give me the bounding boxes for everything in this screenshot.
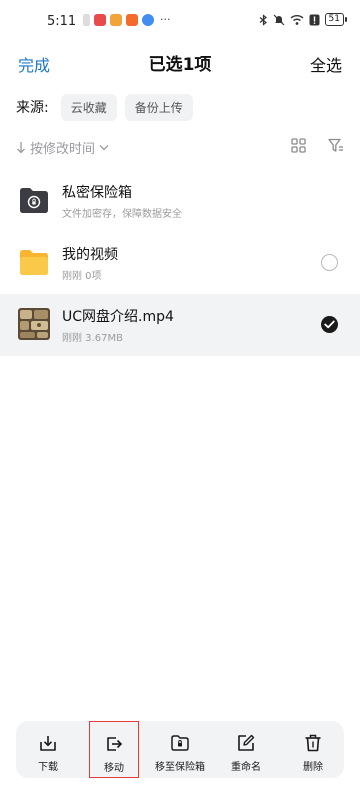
file-row-video[interactable]: UC网盘介绍.mp4 刚刚 3.67MB (0, 294, 360, 356)
delete-button[interactable]: 删除 (293, 721, 333, 778)
file-name: UC网盘介绍.mp4 (62, 309, 174, 325)
download-label: 下载 (38, 762, 58, 773)
sort-label: 按修改时间 (30, 142, 96, 157)
system-icons: 51 (259, 13, 348, 26)
delete-label: 删除 (303, 762, 323, 773)
file-meta: 文件加密存，保障数据安全 (62, 209, 182, 220)
status-time: 5:11 (47, 14, 77, 29)
trash-icon (305, 734, 321, 752)
rename-button[interactable]: 重命名 (222, 721, 270, 778)
alert-icon (309, 14, 320, 25)
wifi-icon (290, 14, 304, 25)
sort-arrow-icon (17, 142, 25, 154)
status-bar: 5:11 ··· 51 (0, 0, 360, 44)
video-thumbnail (18, 308, 50, 340)
move-to-vault-label: 移至保险箱 (155, 762, 205, 773)
move-button[interactable]: 移动 (89, 721, 139, 778)
download-button[interactable]: 下载 (28, 721, 68, 778)
move-icon (107, 737, 123, 751)
notification-app-icon (94, 14, 106, 26)
file-row-videos[interactable]: 我的视频 刚刚 0项 (0, 232, 360, 294)
source-chip-cloud-favorites[interactable]: 云收藏 (60, 93, 117, 121)
rename-label: 重命名 (231, 762, 261, 773)
file-name: 私密保险箱 (62, 185, 132, 201)
source-label: 来源: (16, 100, 49, 116)
filter-icon[interactable] (328, 138, 344, 153)
action-toolbar: 下载 移动 移至保险箱 重命名 删除 (16, 721, 344, 778)
notification-app-icon (142, 14, 154, 26)
more-notifications-icon: ··· (160, 13, 171, 26)
move-label: 移动 (104, 763, 124, 774)
file-list: 私密保险箱 文件加密存，保障数据安全 我的视频 刚刚 0项 UC网盘介绍.mp4… (0, 170, 360, 356)
page-title: 已选1项 (148, 55, 212, 75)
vault-move-icon (171, 735, 189, 751)
chevron-down-icon (99, 145, 109, 151)
download-icon (40, 736, 56, 751)
battery-icon: 51 (324, 13, 348, 26)
folder-icon (20, 250, 48, 275)
file-name: 我的视频 (62, 247, 118, 263)
file-row-vault[interactable]: 私密保险箱 文件加密存，保障数据安全 (0, 170, 360, 232)
select-checkbox[interactable] (321, 254, 338, 271)
notification-icons: ··· (83, 14, 171, 26)
view-tools (291, 138, 344, 153)
file-meta: 刚刚 0项 (62, 271, 102, 282)
rename-icon (238, 734, 255, 751)
move-to-vault-button[interactable]: 移至保险箱 (150, 721, 210, 778)
select-checkbox-checked[interactable] (321, 316, 338, 333)
notification-app-icon (126, 14, 138, 26)
source-chip-backup-upload[interactable]: 备份上传 (124, 93, 193, 121)
notification-icon (83, 14, 90, 26)
grid-view-icon[interactable] (291, 138, 306, 153)
vault-folder-icon (20, 188, 48, 213)
file-meta: 刚刚 3.67MB (62, 333, 123, 344)
notification-app-icon (110, 14, 122, 26)
checkmark-icon (324, 320, 335, 329)
selection-header: 完成 已选1项 全选 (0, 44, 360, 80)
mute-bell-icon (273, 14, 284, 25)
source-filter: 来源: 云收藏 备份上传 (16, 93, 193, 121)
select-all-button[interactable]: 全选 (310, 52, 342, 76)
bluetooth-icon (259, 13, 267, 26)
sort-row: 按修改时间 (16, 138, 344, 160)
